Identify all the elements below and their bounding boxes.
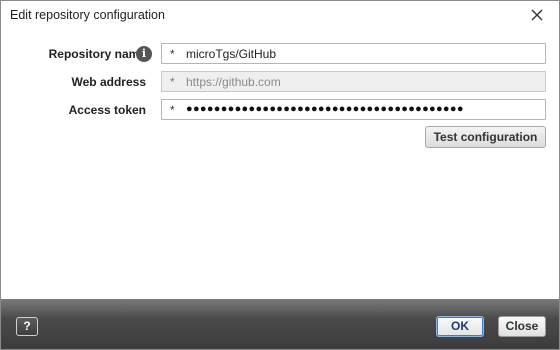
dialog-title: Edit repository configuration <box>10 8 165 22</box>
close-icon[interactable] <box>529 7 545 23</box>
repository-name-input[interactable]: * microTgs/GitHub <box>161 43 546 64</box>
help-button[interactable]: ? <box>16 317 38 336</box>
required-icon: * <box>170 103 175 117</box>
repository-name-label: Repository name <box>48 47 146 61</box>
edit-repository-dialog: Edit repository configuration Repository… <box>0 0 560 350</box>
close-button[interactable]: Close <box>498 316 546 337</box>
access-token-label: Access token <box>68 103 146 117</box>
web-address-input[interactable]: * https://github.com <box>161 71 546 92</box>
access-token-row: Access token * ●●●●●●●●●●●●●●●●●●●●●●●●●… <box>1 99 559 121</box>
repository-name-row: Repository name i * microTgs/GitHub <box>1 43 559 65</box>
ok-button[interactable]: OK <box>436 316 484 337</box>
web-address-label: Web address <box>71 75 146 89</box>
repository-name-value: microTgs/GitHub <box>186 47 277 61</box>
required-icon: * <box>170 47 175 61</box>
access-token-value: ●●●●●●●●●●●●●●●●●●●●●●●●●●●●●●●●●●●●●●●● <box>186 103 464 115</box>
web-address-row: Web address * https://github.com <box>1 71 559 93</box>
web-address-value: https://github.com <box>186 75 281 89</box>
test-configuration-button[interactable]: Test configuration <box>425 126 546 148</box>
dialog-footer: ? OK Close <box>1 299 559 349</box>
info-icon[interactable]: i <box>136 46 152 62</box>
required-icon: * <box>170 75 175 89</box>
access-token-input[interactable]: * ●●●●●●●●●●●●●●●●●●●●●●●●●●●●●●●●●●●●●●… <box>161 99 546 120</box>
dialog-titlebar: Edit repository configuration <box>1 1 559 30</box>
